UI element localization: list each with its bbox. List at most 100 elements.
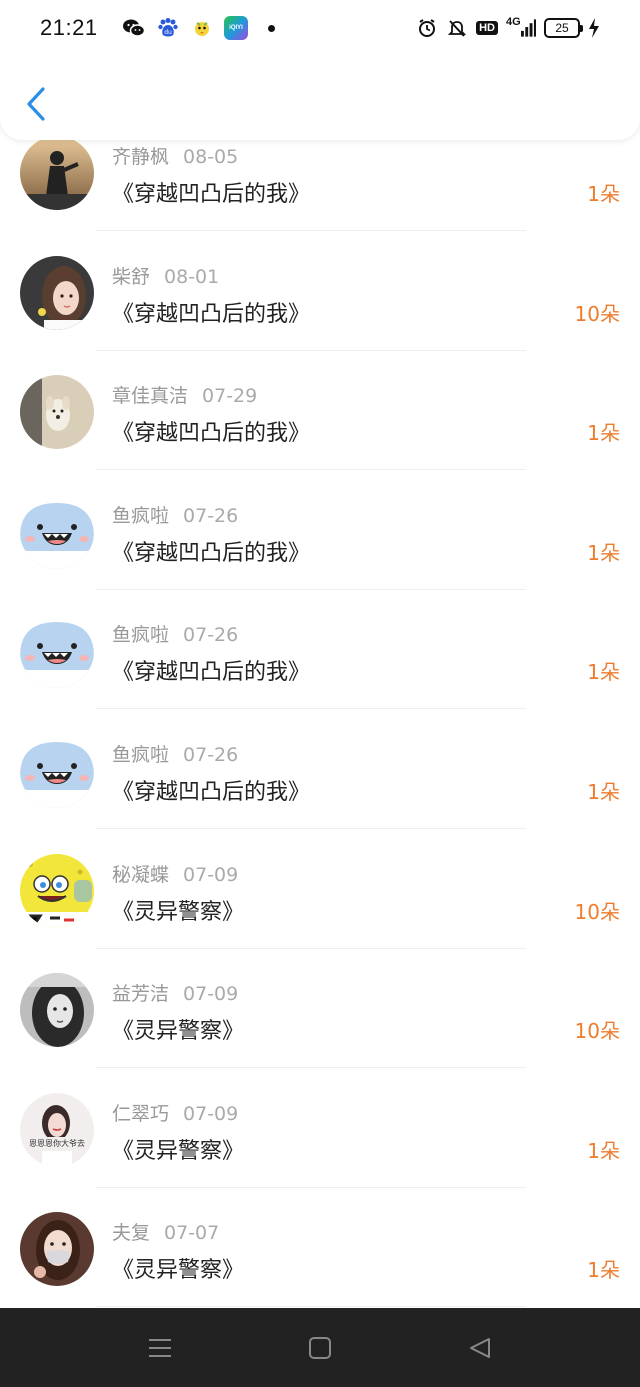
gift-record-list: 齐静枫 08-05 《穿越凹凸后的我》 1朵 柴舒 08-01 《穿越凹凸后的我》 10朵 章佳… (0, 130, 640, 1326)
network-type: 4G (506, 16, 521, 28)
sender-meta: 鱼疯啦 07-26 (112, 501, 238, 528)
sender-name: 柴舒 (112, 265, 151, 288)
alarm-icon (416, 17, 438, 39)
list-item[interactable]: 秘凝蝶 07-09 《灵异警察》 10朵 (0, 848, 640, 968)
sender-meta: 鱼疯啦 07-26 (112, 620, 238, 647)
sender-meta: 章佳真洁 07-29 (112, 381, 257, 408)
row-divider (96, 230, 526, 231)
system-nav-bar (0, 1308, 640, 1387)
sender-name: 夫复 (112, 1222, 151, 1245)
avatar[interactable] (20, 614, 94, 689)
flower-count: 1朵 (587, 779, 620, 804)
list-item[interactable]: 柴舒 08-01 《穿越凹凸后的我》 10朵 (0, 250, 640, 370)
gift-date: 08-01 (164, 265, 220, 288)
sender-name: 鱼疯啦 (112, 743, 170, 766)
avatar[interactable] (20, 136, 94, 210)
notification-dot (268, 24, 275, 32)
row-divider (96, 1067, 526, 1069)
avatar[interactable] (20, 375, 94, 450)
mute-bell-icon (446, 17, 468, 39)
gift-date: 07-26 (183, 504, 239, 527)
flower-count: 1朵 (587, 1258, 620, 1283)
avatar[interactable] (20, 1212, 94, 1287)
list-item[interactable]: 章佳真洁 07-29 《穿越凹凸后的我》 1朵 (0, 369, 640, 489)
nav-home-button[interactable] (290, 1318, 350, 1378)
sender-name: 仁翠巧 (112, 1102, 170, 1125)
sender-meta: 益芳洁 07-09 (112, 979, 238, 1006)
flower-count: 10朵 (574, 899, 620, 924)
row-divider (96, 827, 526, 829)
book-title: 《穿越凹凸后的我》 (112, 540, 311, 566)
list-item[interactable]: 齐静枫 08-05 《穿越凹凸后的我》 1朵 (0, 130, 640, 250)
sender-meta: 仁翠巧 07-09 (112, 1099, 238, 1126)
list-item[interactable]: 鱼疯啦 07-26 《穿越凹凸后的我》 1朵 (0, 489, 640, 609)
flower-count: 1朵 (587, 660, 620, 685)
flower-count: 1朵 (587, 540, 620, 565)
avatar[interactable] (20, 853, 94, 928)
flower-count: 1朵 (587, 421, 620, 446)
status-app-icons: du iQIYI (122, 16, 275, 40)
sender-meta: 柴舒 08-01 (112, 262, 219, 289)
gift-date: 07-26 (183, 743, 239, 766)
sender-meta: 鱼疯啦 07-26 (112, 740, 238, 767)
gift-date: 07-26 (183, 624, 239, 647)
baidu-icon: du (156, 16, 180, 40)
sender-name: 章佳真洁 (112, 385, 189, 408)
gift-date: 07-09 (183, 863, 239, 886)
bird-app-icon (190, 16, 214, 40)
row-divider (96, 349, 526, 351)
row-divider (96, 947, 526, 949)
sender-name: 齐静枫 (112, 146, 170, 168)
hd-badge: HD (476, 21, 498, 35)
book-title: 《穿越凹凸后的我》 (112, 421, 311, 447)
screen: 21:21 du iQIYI HD 4G 25 齐静枫 08-05 《穿越凹凸后… (0, 0, 640, 1387)
chevron-left-icon (27, 87, 45, 121)
wechat-icon (122, 16, 146, 40)
list-item[interactable]: 鱼疯啦 07-26 《穿越凹凸后的我》 1朵 (0, 728, 640, 848)
flower-count: 1朵 (587, 1138, 620, 1163)
status-time: 21:21 (40, 15, 98, 40)
book-title: 《穿越凹凸后的我》 (112, 660, 311, 686)
gift-date: 08-05 (183, 146, 239, 168)
back-triangle-icon (470, 1337, 490, 1358)
charging-icon (588, 17, 600, 39)
book-title: 《穿越凹凸后的我》 (112, 182, 311, 207)
book-title: 《穿越凹凸后的我》 (112, 301, 311, 327)
sender-name: 鱼疯啦 (112, 624, 170, 647)
status-bar: 21:21 du iQIYI HD 4G 25 (0, 0, 640, 56)
avatar[interactable] (20, 255, 94, 330)
battery-indicator: 25 (544, 18, 583, 38)
sender-meta: 齐静枫 08-05 (112, 142, 238, 169)
svg-text:du: du (164, 29, 172, 36)
book-title: 《灵异警察》 (112, 1019, 245, 1045)
svg-text:恩恩恩你大爷去: 恩恩恩你大爷去 (29, 1138, 85, 1148)
gift-date: 07-29 (202, 385, 258, 408)
sender-name: 鱼疯啦 (112, 504, 170, 527)
list-item[interactable]: 鱼疯啦 07-26 《穿越凹凸后的我》 1朵 (0, 608, 640, 728)
row-divider (96, 1186, 526, 1188)
home-icon (309, 1336, 331, 1359)
avatar[interactable]: 恩恩恩你大爷去 (20, 1092, 94, 1167)
list-item[interactable]: 恩恩恩你大爷去 仁翠巧 07-09 《灵异警察》 1朵 (0, 1087, 640, 1207)
list-item[interactable]: 益芳洁 07-09 《灵异警察》 10朵 (0, 967, 640, 1087)
nav-menu-button[interactable] (130, 1318, 190, 1378)
row-divider (96, 708, 526, 710)
menu-icon (149, 1338, 171, 1357)
back-button[interactable] (18, 82, 54, 126)
avatar[interactable] (20, 494, 94, 569)
avatar[interactable] (20, 973, 94, 1048)
gift-date: 07-09 (183, 983, 239, 1006)
row-divider (96, 588, 526, 590)
nav-back-button[interactable] (450, 1318, 510, 1378)
book-title: 《灵异警察》 (112, 1138, 245, 1164)
book-title: 《灵异警察》 (112, 899, 245, 925)
gift-date: 07-09 (183, 1102, 239, 1125)
gift-date: 07-07 (164, 1222, 220, 1245)
flower-count: 1朵 (587, 182, 620, 206)
book-title: 《穿越凹凸后的我》 (112, 779, 311, 805)
avatar[interactable] (20, 733, 94, 808)
flower-count: 10朵 (574, 301, 620, 326)
flower-count: 10朵 (574, 1019, 620, 1044)
iqiyi-label: iQIYI (229, 25, 243, 31)
signal-icon: 4G (506, 16, 536, 39)
